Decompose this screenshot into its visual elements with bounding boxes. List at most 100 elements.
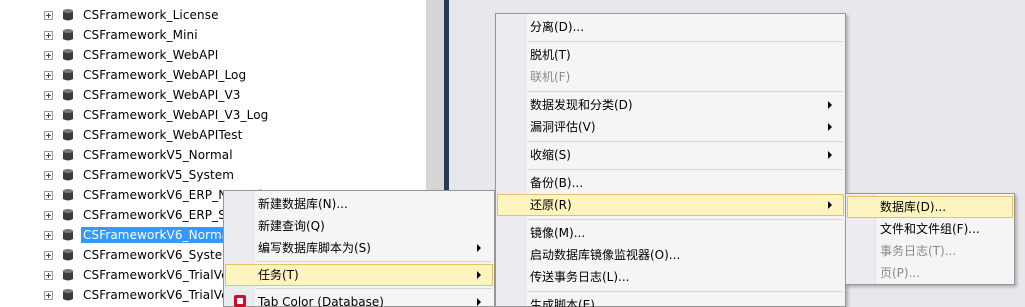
- menu-item-label: 备份(B)...: [530, 176, 584, 190]
- database-icon: [63, 269, 73, 281]
- expand-plus-icon[interactable]: [44, 131, 53, 140]
- submenu-arrow-icon: [828, 123, 832, 131]
- database-icon: [63, 229, 73, 241]
- tree-node-database[interactable]: CSFramework_WebAPITest: [0, 125, 426, 145]
- database-icon: [63, 109, 73, 121]
- tree-node-database[interactable]: CSFramework_License: [0, 5, 426, 25]
- expand-plus-icon[interactable]: [44, 191, 53, 200]
- database-icon: [63, 189, 73, 201]
- menu-item-restore-files-filegroups[interactable]: 文件和文件组(F)...: [847, 218, 1013, 240]
- menu-item-label: 页(P)...: [880, 266, 921, 280]
- menu-separator: [527, 141, 843, 142]
- submenu-arrow-icon: [477, 271, 481, 279]
- expand-plus-icon[interactable]: [44, 251, 53, 260]
- tree-node-label: CSFramework_License: [83, 8, 219, 22]
- expand-plus-icon[interactable]: [44, 71, 53, 80]
- menu-item-label: 收缩(S): [530, 148, 571, 162]
- menu-item-label: 数据库(D)...: [880, 200, 947, 214]
- database-icon: [63, 29, 73, 41]
- menu-item-mirror-monitor[interactable]: 启动数据库镜像监视器(O)...: [497, 244, 844, 266]
- tree-node-label: CSFramework_WebAPI_Log: [83, 68, 247, 82]
- expand-plus-icon[interactable]: [44, 291, 53, 300]
- menu-separator: [255, 288, 492, 289]
- tree-node-database[interactable]: CSFramework_WebAPI: [0, 45, 426, 65]
- database-icon: [63, 169, 73, 181]
- menu-item-restore-transaction-log: 事务日志(T)...: [847, 240, 1013, 262]
- tree-node-database[interactable]: CSFrameworkV5_Normal: [0, 145, 426, 165]
- menu-item-label: 任务(T): [258, 268, 299, 282]
- menu-item-label: Tab Color (Database): [258, 295, 384, 307]
- database-icon: [63, 149, 73, 161]
- tree-node-label: CSFrameworkV5_System: [83, 168, 235, 182]
- menu-item-restore-database[interactable]: 数据库(D)...: [847, 196, 1013, 218]
- menu-item-script-database-as[interactable]: 编写数据库脚本为(S): [225, 237, 493, 259]
- tab-color-icon: [234, 295, 246, 307]
- tree-node-label: CSFramework_WebAPI: [83, 48, 219, 62]
- expand-plus-icon[interactable]: [44, 91, 53, 100]
- database-icon: [63, 69, 73, 81]
- menu-item-label: 文件和文件组(F)...: [880, 222, 980, 236]
- menu-item-label: 还原(R): [530, 198, 572, 212]
- menu-item-backup[interactable]: 备份(B)...: [497, 172, 844, 194]
- tree-node-database[interactable]: CSFramework_WebAPI_V3_Log: [0, 105, 426, 125]
- menu-item-restore-page: 页(P)...: [847, 262, 1013, 284]
- tree-node-label: CSFrameworkV6_System: [83, 248, 235, 262]
- menu-item-new-database[interactable]: 新建数据库(N)...: [225, 193, 493, 215]
- tree-node-label: CSFrameworkV5_Normal: [83, 148, 233, 162]
- expand-plus-icon[interactable]: [44, 11, 53, 20]
- submenu-arrow-icon: [828, 201, 832, 209]
- menu-item-label: 漏洞评估(V): [530, 120, 596, 134]
- menu-item-tab-color[interactable]: Tab Color (Database): [225, 291, 493, 307]
- menu-item-label: 分离(D)...: [530, 20, 585, 34]
- database-icon: [63, 209, 73, 221]
- expand-plus-icon[interactable]: [44, 51, 53, 60]
- expand-plus-icon[interactable]: [44, 151, 53, 160]
- menu-item-take-offline[interactable]: 脱机(T): [497, 44, 844, 66]
- menu-item-ship-transaction-logs[interactable]: 传送事务日志(L)...: [497, 266, 844, 288]
- menu-item-label: 数据发现和分类(D): [530, 98, 633, 112]
- tree-node-label: CSFramework_WebAPITest: [83, 128, 243, 142]
- expand-plus-icon[interactable]: [44, 271, 53, 280]
- database-icon: [63, 129, 73, 141]
- menu-item-restore[interactable]: 还原(R): [497, 194, 844, 216]
- menu-item-data-discovery[interactable]: 数据发现和分类(D): [497, 94, 844, 116]
- tree-node-database[interactable]: CSFramework_WebAPI_V3: [0, 85, 426, 105]
- database-icon: [63, 249, 73, 261]
- submenu-arrow-icon: [477, 244, 481, 252]
- menu-item-mirror[interactable]: 镜像(M)...: [497, 222, 844, 244]
- database-icon: [63, 289, 73, 301]
- menu-separator: [527, 291, 843, 292]
- menu-item-new-query[interactable]: 新建查询(Q): [225, 215, 493, 237]
- tree-node-database[interactable]: CSFramework_WebAPI_Log: [0, 65, 426, 85]
- tree-node-database[interactable]: CSFramework_Mini: [0, 25, 426, 45]
- menu-item-generate-scripts[interactable]: 生成脚本(E)...: [497, 294, 844, 307]
- menu-item-shrink[interactable]: 收缩(S): [497, 144, 844, 166]
- expand-plus-icon[interactable]: [44, 211, 53, 220]
- menu-item-label: 启动数据库镜像监视器(O)...: [530, 248, 681, 262]
- tree-node-database[interactable]: CSFrameworkV5_System: [0, 165, 426, 185]
- menu-item-tasks[interactable]: 任务(T): [225, 264, 493, 286]
- expand-plus-icon[interactable]: [44, 231, 53, 240]
- database-icon: [63, 89, 73, 101]
- menu-item-label: 新建查询(Q): [258, 219, 325, 233]
- expand-plus-icon[interactable]: [44, 171, 53, 180]
- menu-item-label: 事务日志(T)...: [880, 244, 957, 258]
- tree-node-label: CSFrameworkV6_Normal: [80, 226, 236, 244]
- menu-item-label: 镜像(M)...: [530, 226, 586, 240]
- menu-separator: [527, 91, 843, 92]
- submenu-arrow-icon: [828, 151, 832, 159]
- menu-separator: [527, 219, 843, 220]
- submenu-arrow-icon: [828, 101, 832, 109]
- menu-separator: [527, 169, 843, 170]
- menu-item-detach[interactable]: 分离(D)...: [497, 16, 844, 38]
- menu-item-vulnerability-assessment[interactable]: 漏洞评估(V): [497, 116, 844, 138]
- menu-item-label: 联机(F): [530, 70, 571, 84]
- tree-node-label: CSFramework_WebAPI_V3_Log: [83, 108, 269, 122]
- submenu-arrow-icon: [477, 298, 481, 306]
- expand-plus-icon[interactable]: [44, 111, 53, 120]
- menu-item-label: 新建数据库(N)...: [258, 197, 348, 211]
- menu-item-label: 传送事务日志(L)...: [530, 270, 630, 284]
- tasks-submenu: 分离(D)... 脱机(T) 联机(F) 数据发现和分类(D) 漏洞评估(V) …: [495, 13, 846, 307]
- expand-plus-icon[interactable]: [44, 31, 53, 40]
- database-context-menu: 新建数据库(N)... 新建查询(Q) 编写数据库脚本为(S) 任务(T) Ta…: [223, 190, 495, 307]
